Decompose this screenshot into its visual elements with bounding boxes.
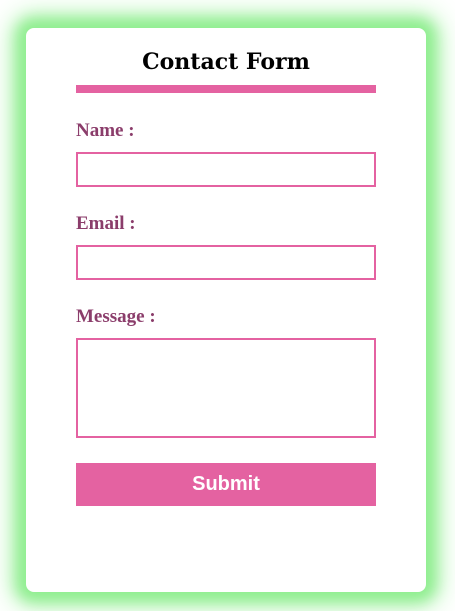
message-label: Message : [76,306,156,327]
contact-form-card: Contact Form Name : Email : Message : Su… [26,28,426,592]
page: Contact Form Name : Email : Message : Su… [0,0,455,611]
name-label: Name : [76,120,135,141]
title-divider [76,85,376,93]
message-textarea[interactable] [76,338,376,438]
submit-button[interactable]: Submit [76,463,376,506]
email-input[interactable] [76,245,376,280]
email-label: Email : [76,213,136,234]
name-input[interactable] [76,152,376,187]
form-title: Contact Form [142,49,310,75]
